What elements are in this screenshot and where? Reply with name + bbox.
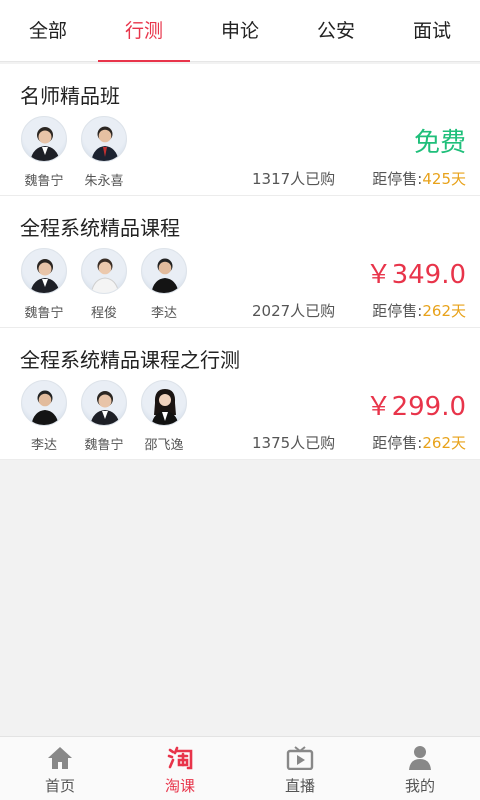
teacher-list: 李达 魏鲁宁 邵飞逸 bbox=[20, 380, 200, 453]
user-icon bbox=[360, 745, 480, 771]
home-icon bbox=[0, 745, 120, 771]
teacher-name: 魏鲁宁 bbox=[24, 306, 64, 321]
course-list: 名师精品班 魏鲁宁 朱永喜 免费 1317人已购 距停售:425天 全程系统精品… bbox=[0, 64, 480, 460]
teacher-avatar bbox=[81, 248, 127, 294]
deadline-days: 262天 bbox=[422, 302, 466, 320]
nav-label: 我的 bbox=[404, 777, 435, 795]
deadline-label: 距停售: bbox=[372, 434, 423, 452]
teacher-avatar bbox=[141, 380, 187, 426]
teacher-name: 魏鲁宁 bbox=[84, 438, 124, 453]
teacher[interactable]: 程俊 bbox=[80, 248, 128, 321]
course-card[interactable]: 名师精品班 魏鲁宁 朱永喜 免费 1317人已购 距停售:425天 bbox=[0, 64, 480, 196]
teacher-list: 魏鲁宁 程俊 李达 bbox=[20, 248, 200, 321]
nav-taoke[interactable]: 淘课 bbox=[120, 737, 240, 800]
tab-mianshi[interactable]: 面试 bbox=[384, 0, 480, 61]
tab-gongan[interactable]: 公安 bbox=[288, 0, 384, 61]
teacher[interactable]: 魏鲁宁 bbox=[80, 380, 128, 453]
teacher-name: 李达 bbox=[30, 438, 57, 453]
sale-deadline: 距停售:425天 bbox=[372, 168, 466, 189]
sale-deadline: 距停售:262天 bbox=[372, 300, 466, 321]
deadline-days: 262天 bbox=[422, 434, 466, 452]
teacher-name: 邵飞逸 bbox=[144, 438, 184, 453]
course-card[interactable]: 全程系统精品课程 魏鲁宁 程俊 李达 ￥349.0 2027人已购 距停售:26… bbox=[0, 196, 480, 328]
teacher-name: 程俊 bbox=[90, 306, 117, 321]
deadline-label: 距停售: bbox=[372, 170, 423, 188]
buyer-count: 2027人已购 bbox=[252, 302, 336, 320]
teacher-name: 朱永喜 bbox=[84, 174, 124, 189]
course-card[interactable]: 全程系统精品课程之行测 李达 魏鲁宁 邵飞逸 ￥299.0 1375人已购 距停… bbox=[0, 328, 480, 460]
teacher-avatar bbox=[141, 248, 187, 294]
nav-live[interactable]: 直播 bbox=[240, 737, 360, 800]
course-price: ￥349.0 bbox=[365, 260, 466, 290]
teacher[interactable]: 李达 bbox=[20, 380, 68, 453]
teacher[interactable]: 魏鲁宁 bbox=[20, 116, 68, 189]
teacher-avatar bbox=[21, 380, 67, 426]
taoke-icon bbox=[120, 745, 240, 771]
teacher[interactable]: 朱永喜 bbox=[80, 116, 128, 189]
deadline-label: 距停售: bbox=[372, 302, 423, 320]
teacher[interactable]: 魏鲁宁 bbox=[20, 248, 68, 321]
tab-all[interactable]: 全部 bbox=[0, 0, 96, 61]
sale-deadline: 距停售:262天 bbox=[372, 432, 466, 453]
tab-xingce[interactable]: 行测 bbox=[96, 0, 192, 62]
nav-home[interactable]: 首页 bbox=[0, 737, 120, 800]
teacher-avatar bbox=[81, 116, 127, 162]
deadline-days: 425天 bbox=[422, 170, 466, 188]
teacher[interactable]: 邵飞逸 bbox=[140, 380, 188, 453]
course-title: 全程系统精品课程 bbox=[20, 216, 180, 240]
course-title: 全程系统精品课程之行测 bbox=[20, 348, 240, 372]
course-price: ￥299.0 bbox=[365, 392, 466, 422]
teacher-name: 魏鲁宁 bbox=[24, 174, 64, 189]
bottom-navigation: 首页 淘课 直播 我的 bbox=[0, 736, 480, 800]
teacher-avatar bbox=[21, 248, 67, 294]
teacher-list: 魏鲁宁 朱永喜 bbox=[20, 116, 140, 189]
nav-label: 淘课 bbox=[164, 777, 195, 795]
live-tv-icon bbox=[240, 745, 360, 771]
teacher[interactable]: 李达 bbox=[140, 248, 188, 321]
nav-label: 直播 bbox=[284, 777, 315, 795]
buyer-count: 1375人已购 bbox=[252, 434, 336, 452]
teacher-name: 李达 bbox=[150, 306, 177, 321]
nav-mine[interactable]: 我的 bbox=[360, 737, 480, 800]
course-price: 免费 bbox=[413, 128, 466, 158]
tab-shenlun[interactable]: 申论 bbox=[192, 0, 288, 61]
course-title: 名师精品班 bbox=[20, 84, 120, 108]
category-tab-bar: 全部 行测 申论 公安 面试 bbox=[0, 0, 480, 62]
nav-label: 首页 bbox=[44, 777, 75, 795]
buyer-count: 1317人已购 bbox=[252, 170, 336, 188]
teacher-avatar bbox=[21, 116, 67, 162]
teacher-avatar bbox=[81, 380, 127, 426]
